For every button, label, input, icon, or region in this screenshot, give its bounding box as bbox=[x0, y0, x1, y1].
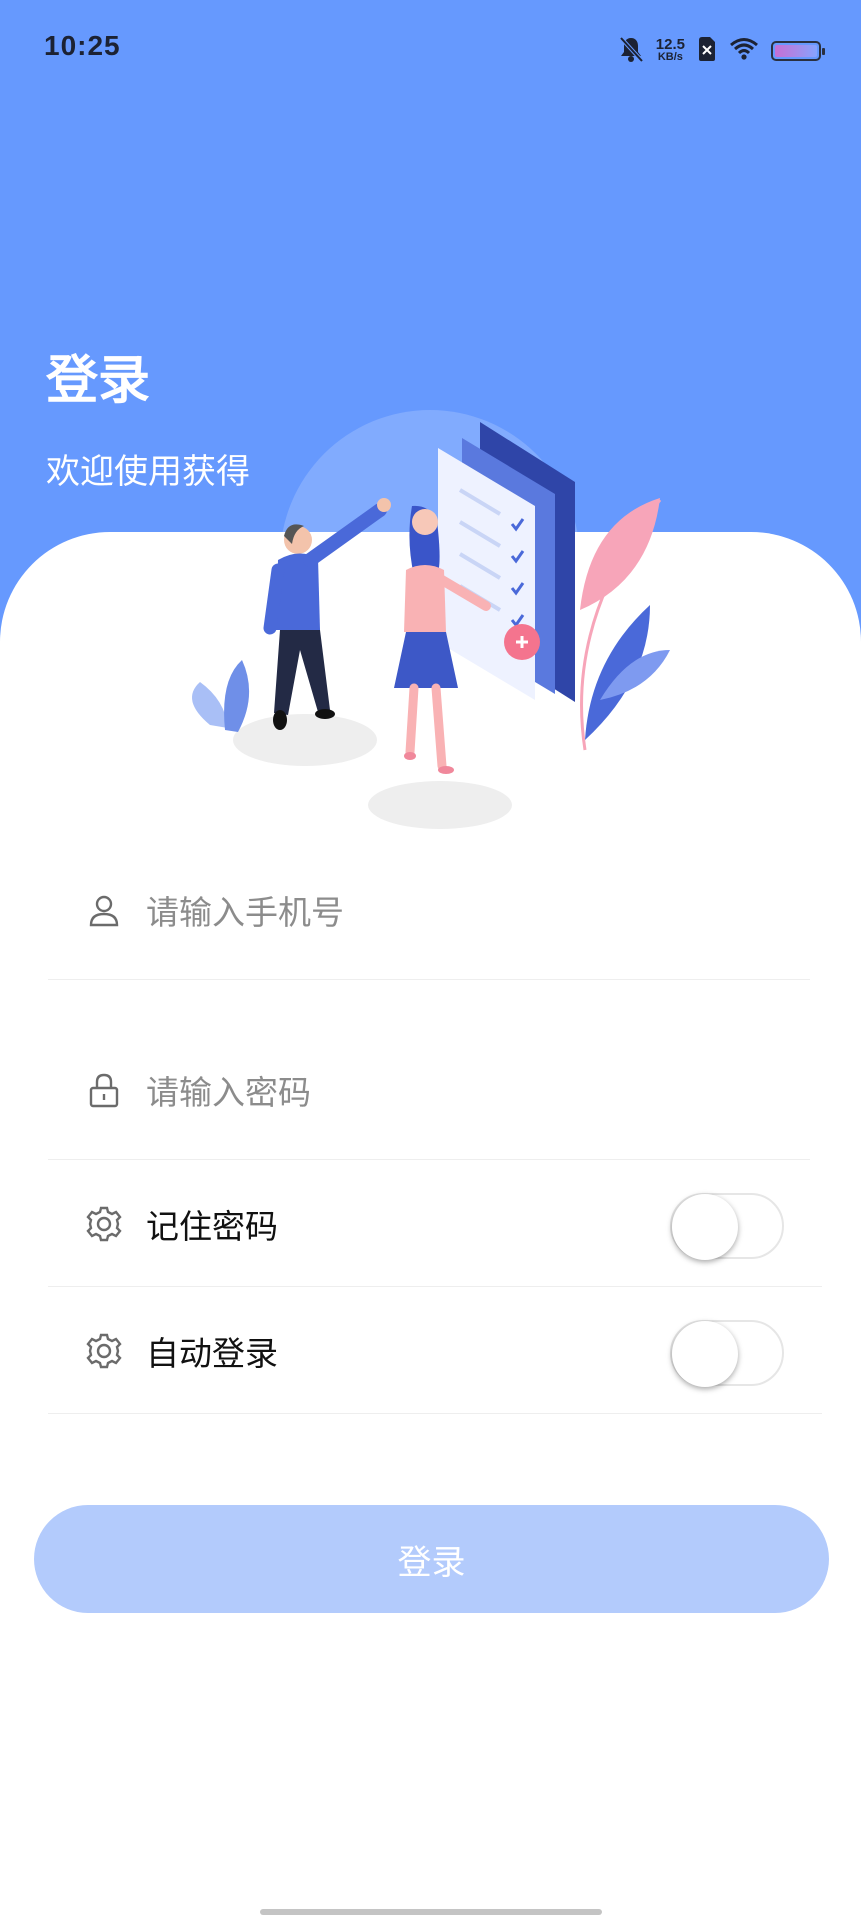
auto-login-toggle[interactable] bbox=[670, 1320, 784, 1387]
bell-off-icon bbox=[618, 35, 644, 67]
page-title: 登录 bbox=[46, 351, 151, 411]
status-icons: 12.5 KB/s bbox=[618, 34, 825, 68]
login-illustration bbox=[192, 410, 670, 829]
status-time: 10:25 bbox=[44, 30, 121, 61]
gear-icon bbox=[78, 1331, 130, 1371]
password-field[interactable]: 请输入密码 bbox=[48, 1020, 810, 1160]
network-speed-unit: KB/s bbox=[657, 51, 683, 63]
network-speed-value: 12.5 bbox=[655, 36, 685, 53]
battery-level bbox=[775, 45, 817, 57]
phone-field[interactable]: 请输入手机号 bbox=[48, 840, 810, 980]
phone-input[interactable]: 请输入手机号 bbox=[146, 886, 344, 934]
user-icon bbox=[78, 893, 130, 927]
home-indicator[interactable] bbox=[260, 1909, 602, 1915]
lock-icon bbox=[78, 1072, 130, 1108]
auto-login-row: 自动登录 bbox=[48, 1288, 822, 1414]
network-speed: 12.5 KB/s bbox=[655, 36, 685, 64]
password-input[interactable]: 请输入密码 bbox=[146, 1066, 311, 1114]
sim-disabled-icon bbox=[697, 36, 717, 66]
wifi-icon bbox=[729, 37, 759, 65]
status-bar: 10:25 12.5 KB/s bbox=[0, 0, 861, 100]
battery-icon bbox=[771, 41, 825, 61]
auto-login-toggle-knob bbox=[672, 1321, 738, 1387]
remember-password-toggle[interactable] bbox=[670, 1193, 784, 1260]
remember-password-toggle-knob bbox=[672, 1194, 738, 1260]
gear-icon bbox=[78, 1204, 130, 1244]
auto-login-label: 自动登录 bbox=[146, 1333, 278, 1373]
login-button[interactable]: 登录 bbox=[34, 1505, 829, 1613]
remember-password-label: 记住密码 bbox=[146, 1206, 278, 1246]
remember-password-row: 记住密码 bbox=[48, 1161, 822, 1287]
